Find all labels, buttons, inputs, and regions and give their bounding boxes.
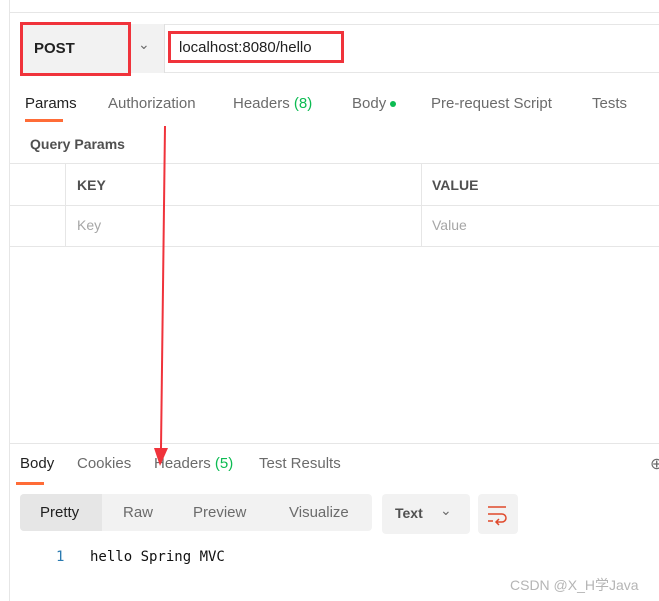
annotation-arrow <box>154 125 168 466</box>
